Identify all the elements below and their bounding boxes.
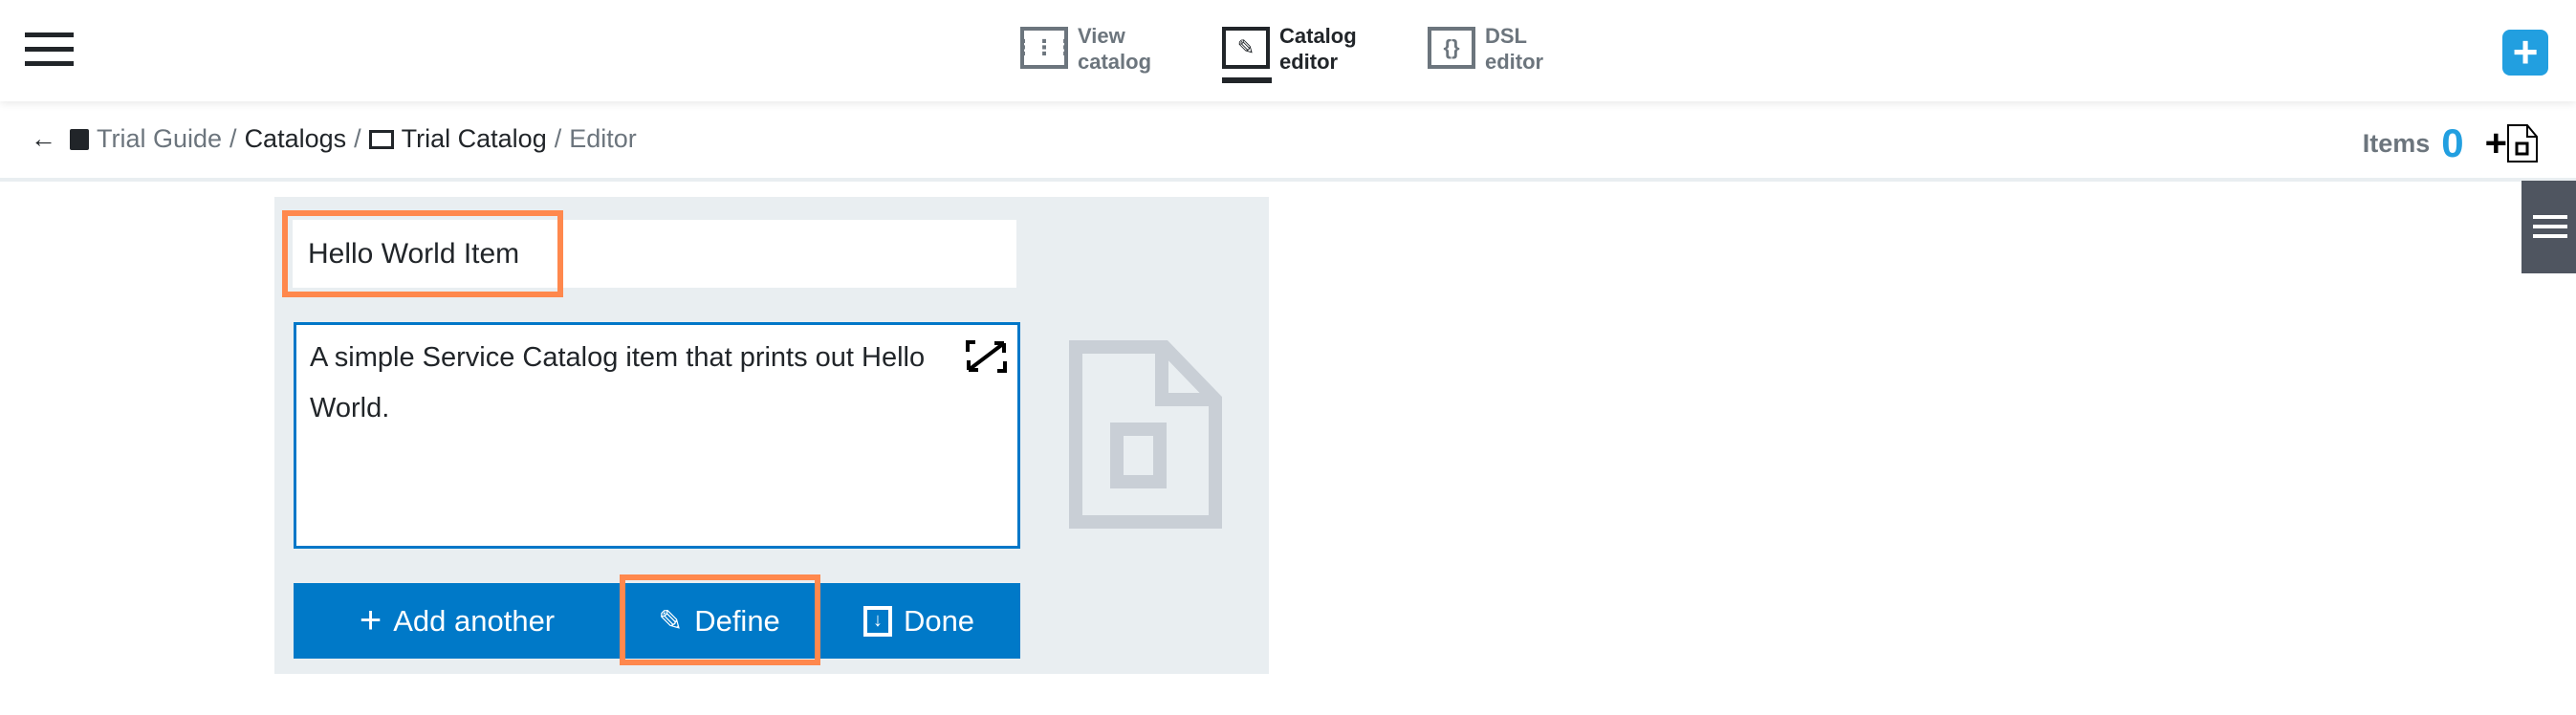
description-text: A simple Service Catalog item that print…	[310, 342, 926, 423]
button-label: Define	[694, 603, 780, 638]
tab-label: Catalog	[1279, 24, 1357, 48]
braces-icon: {}	[1428, 27, 1475, 69]
add-another-button[interactable]: + Add another	[294, 583, 621, 659]
plus-icon: +	[2512, 27, 2539, 76]
pencil-icon: ✎	[658, 603, 684, 638]
item-description-textarea[interactable]: A simple Service Catalog item that print…	[294, 322, 1020, 549]
active-tab-indicator	[1222, 77, 1272, 83]
tab-label: catalog	[1078, 50, 1152, 74]
pencil-icon: ✎	[1222, 27, 1270, 69]
done-button[interactable]: ↓ Done	[818, 583, 1020, 659]
tab-dsl-editor[interactable]: {} DSL editor	[1428, 23, 1571, 80]
tab-label: editor	[1279, 50, 1339, 74]
breadcrumb-separator: /	[554, 124, 562, 153]
button-label: Done	[903, 603, 975, 638]
tab-label: View	[1078, 24, 1125, 48]
document-icon	[2507, 124, 2538, 162]
expand-icon[interactable]	[966, 340, 1007, 373]
menu-hamburger-icon[interactable]	[25, 32, 74, 67]
items-count: 0	[2441, 120, 2464, 165]
plus-icon: +	[359, 599, 382, 641]
document-placeholder-icon	[1069, 340, 1222, 529]
define-button[interactable]: ✎ Define	[621, 583, 818, 659]
tab-label: DSL	[1485, 24, 1527, 48]
tab-view-catalog[interactable]: ⋮⋮⋮ View catalog	[1013, 23, 1164, 80]
add-item-button[interactable]: +	[2485, 122, 2538, 165]
top-header: ⋮⋮⋮ View catalog ✎ Catalog editor {} DSL ed…	[0, 0, 2576, 101]
back-arrow-icon[interactable]: ←	[31, 124, 56, 154]
breadcrumb-trial-guide[interactable]: Trial Guide	[97, 124, 222, 154]
breadcrumb: ← Trial Guide / Catalogs / Trial Catalog…	[31, 124, 637, 154]
save-done-icon: ↓	[862, 605, 892, 637]
editor-action-buttons: + Add another ✎ Define ↓ Done	[294, 583, 1020, 659]
tab-catalog-editor[interactable]: ✎ Catalog editor	[1222, 23, 1365, 80]
tab-label: editor	[1485, 50, 1544, 74]
grid-icon: ⋮⋮⋮	[1013, 27, 1076, 69]
plus-icon: +	[2484, 121, 2507, 164]
add-button[interactable]: +	[2502, 30, 2548, 76]
briefcase-icon	[70, 128, 89, 150]
breadcrumb-editor: Editor	[569, 124, 637, 153]
divider	[0, 178, 2576, 182]
catalog-grid-icon	[368, 129, 394, 149]
item-title-input[interactable]	[293, 220, 1016, 288]
sidebar-toggle-menu-icon[interactable]	[2521, 181, 2576, 273]
items-label: Items	[2362, 128, 2431, 158]
breadcrumb-separator: /	[354, 124, 361, 153]
breadcrumb-catalogs[interactable]: Catalogs	[245, 124, 347, 154]
breadcrumb-trial-catalog[interactable]: Trial Catalog	[402, 124, 547, 154]
items-counter: Items 0 +	[2363, 120, 2538, 166]
breadcrumb-separator: /	[229, 124, 237, 153]
button-label: Add another	[393, 603, 556, 638]
